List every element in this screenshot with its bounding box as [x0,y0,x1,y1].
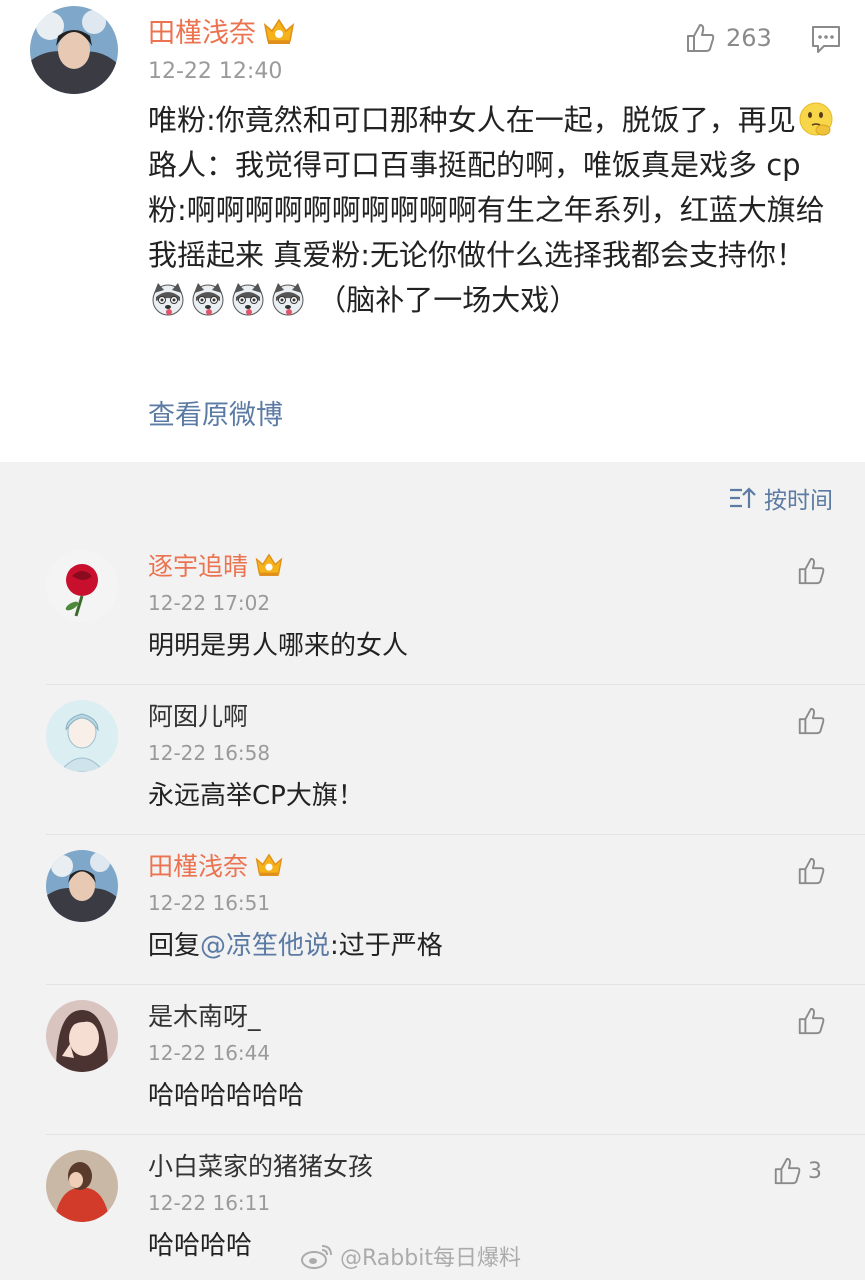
comment-text: 回复@凉笙他说:过于严格 [148,928,443,964]
commenter-avatar[interactable] [46,850,118,922]
weibo-logo-icon [301,1245,332,1269]
thumbs-up-icon [798,707,825,735]
comment-item: 阿囡儿啊 12-22 16:58 永远高举CP大旗！ [0,684,865,834]
husky-emoji-icon [272,283,304,316]
comment-item: 是木南呀_ 12-22 16:44 哈哈哈哈哈哈 [0,984,865,1134]
comment-icon[interactable] [810,24,842,54]
husky-emoji-icon [192,283,224,316]
commenter-avatar[interactable] [46,1000,118,1072]
comment-time: 12-22 16:44 [148,1041,271,1065]
post-time: 12-22 12:40 [148,59,283,84]
commenter-name-text: 阿囡儿啊 [148,702,249,731]
comment-text: 明明是男人哪来的女人 [148,631,409,661]
thinking-emoji-icon [799,102,833,136]
comment-like-count: 3 [808,1158,822,1184]
main-post: 田槿浅奈 12-22 12:40 263 唯粉:你竟然和可口那种女人在一起，脱饭… [0,0,865,462]
comment-like-button[interactable] [796,554,832,588]
commenter-name[interactable]: 是木南呀_ [148,1000,261,1034]
thumbs-up-icon [687,24,715,52]
post-author-avatar[interactable] [30,6,118,94]
post-like-count: 263 [726,24,772,52]
thumbs-up-icon [798,557,825,585]
commenter-name-text: 是木南呀_ [148,1002,261,1031]
sort-by-time-button[interactable]: 按时间 [728,482,833,514]
comment-item: 田槿浅奈 12-22 16:51 回复@凉笙他说:过于严格 [0,834,865,984]
reply-prefix: 回复 [148,931,201,961]
commenter-name[interactable]: 逐宇追晴 [148,550,284,584]
mention-link[interactable]: @凉笙他说 [200,931,330,961]
commenter-name[interactable]: 小白菜家的猪猪女孩 [148,1150,373,1184]
comment-item: 逐宇追晴 12-22 17:02 明明是男人哪来的女人 [0,534,865,684]
post-like-button[interactable]: 263 [684,20,772,56]
crown-badge-icon [255,853,283,876]
reply-text: :过于严格 [330,931,443,961]
post-text-part3: （脑补了一场大戏） [317,283,579,317]
comment-like-button[interactable]: 3 [772,1154,822,1188]
commenter-name[interactable]: 阿囡儿啊 [148,700,248,734]
comment-like-button[interactable] [796,704,832,738]
husky-emoji-icon [232,283,264,316]
commenter-name[interactable]: 田槿浅奈 [148,850,284,884]
commenter-name-text: 逐宇追晴 [148,552,249,581]
watermark-text: @Rabbit每日爆料 [340,1246,521,1271]
post-text-part1: 唯粉:你竟然和可口那种女人在一起，脱饭了，再见 [148,103,796,137]
comment-time: 12-22 16:11 [148,1191,271,1215]
commenter-avatar[interactable] [46,550,118,622]
view-original-link[interactable]: 查看原微博 [148,398,283,434]
comment-time: 12-22 17:02 [148,591,271,615]
crown-badge-icon [263,18,295,44]
commenter-avatar[interactable] [46,700,118,772]
comment-like-button[interactable] [796,1004,832,1038]
husky-emoji-icon [152,283,184,316]
commenter-avatar[interactable] [46,1150,118,1222]
comment-time: 12-22 16:58 [148,741,271,765]
watermark: @Rabbit每日爆料 [300,1240,521,1272]
comment-text: 永远高举CP大旗！ [148,781,364,811]
sort-label: 按时间 [764,488,833,514]
thumbs-up-icon [798,1007,825,1035]
post-author-name[interactable]: 田槿浅奈 [148,16,296,52]
thumbs-up-icon [774,1157,801,1185]
thumbs-up-icon [798,857,825,885]
comment-text: 哈哈哈哈哈哈 [148,1081,305,1111]
sort-icon [730,487,756,508]
comment-time: 12-22 16:51 [148,891,271,915]
post-text: 唯粉:你竟然和可口那种女人在一起，脱饭了，再见 路人：我觉得可口百事挺配的啊，唯… [148,98,838,323]
comment-like-button[interactable] [796,854,832,888]
comment-text: 哈哈哈哈 [148,1231,253,1261]
crown-badge-icon [255,553,283,576]
post-text-part2: 路人：我觉得可口百事挺配的啊，唯饭真是戏多 cp粉:啊啊啊啊啊啊啊啊啊啊有生之年… [148,148,825,272]
commenter-name-text: 小白菜家的猪猪女孩 [148,1152,374,1181]
commenter-name-text: 田槿浅奈 [148,852,249,881]
post-author-name-text: 田槿浅奈 [148,18,256,49]
